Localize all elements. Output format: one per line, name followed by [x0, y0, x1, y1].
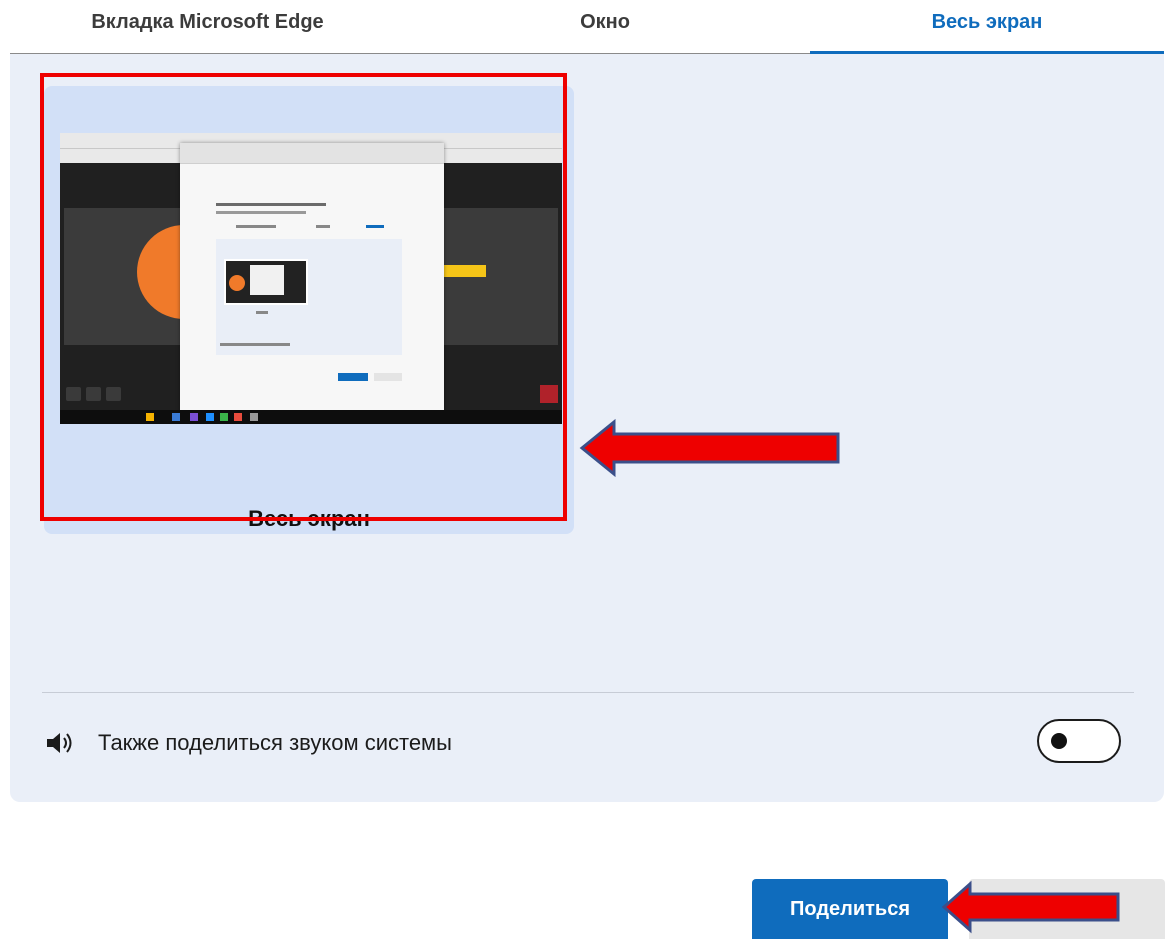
annotation-arrow-icon: [579, 418, 840, 478]
screen-source-label: Весь экран: [248, 506, 370, 531]
share-button[interactable]: Поделиться: [752, 879, 948, 939]
preview-control: [66, 387, 81, 401]
tab-label: Вкладка Microsoft Edge: [91, 11, 324, 33]
tab-label: Весь экран: [931, 11, 1043, 33]
annotation-arrow-icon: [941, 880, 1120, 934]
tab-bar: Вкладка Microsoft Edge Окно Весь экран: [10, 0, 1164, 54]
preview-join-button: [440, 265, 486, 277]
system-audio-toggle[interactable]: [1037, 719, 1121, 763]
preview-control: [106, 387, 121, 401]
tab-window[interactable]: Окно: [405, 0, 805, 52]
speaker-icon: [47, 733, 72, 753]
tab-edge-tab[interactable]: Вкладка Microsoft Edge: [10, 0, 405, 52]
preview-hangup-button: [540, 385, 558, 403]
screen-preview-thumbnail: [60, 133, 562, 424]
preview-control: [86, 387, 101, 401]
toggle-knob: [1051, 733, 1067, 749]
preview-taskbar: [60, 410, 562, 424]
preview-share-dialog: [180, 143, 444, 413]
tab-label: Окно: [580, 11, 630, 33]
divider: [42, 692, 1134, 693]
system-audio-label: Также поделиться звуком системы: [98, 730, 452, 755]
tab-entire-screen[interactable]: Весь экран: [810, 0, 1164, 54]
